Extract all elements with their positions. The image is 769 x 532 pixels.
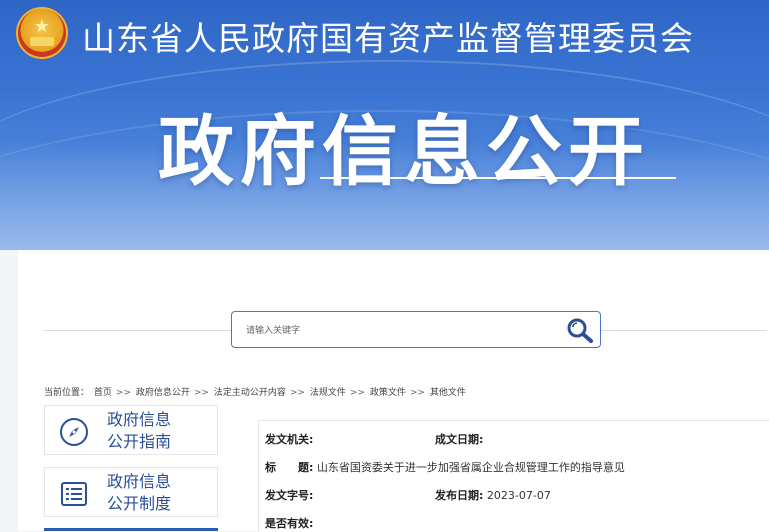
meta-validity: 是否有效:	[265, 515, 313, 531]
meta-published-label: 发布日期:	[435, 489, 484, 502]
sidebar-item-label-line1: 政府信息	[107, 472, 172, 491]
org-name[interactable]: 山东省人民政府国有资产监督管理委员会	[82, 12, 694, 60]
meta-created-label: 成文日期:	[435, 433, 484, 446]
sidebar-item-label: 政府信息 公开指南	[107, 409, 207, 453]
meta-doc-number: 发文字号:	[265, 487, 313, 503]
breadcrumb-separator: >>	[193, 388, 209, 398]
title-underline	[320, 177, 676, 179]
star-icon: ★	[33, 16, 51, 37]
meta-issuer: 发文机关:	[265, 431, 313, 447]
section-title: 政府信息公开	[158, 107, 650, 196]
header-banner: ★ 山东省人民政府国有资产监督管理委员会 政府信息公开	[0, 0, 769, 250]
meta-title: 标 题: 山东省国资委关于进一步加强省属企业合规管理工作的指导意见	[265, 459, 625, 475]
national-emblem-icon[interactable]: ★	[16, 7, 68, 59]
breadcrumb-item-info-disclosure[interactable]: 政府信息公开	[136, 388, 190, 398]
breadcrumb-separator: >>	[409, 388, 425, 398]
breadcrumb: 当前位置： 首页 >> 政府信息公开 >> 法定主动公开内容 >> 法规文件 >> 政策…	[44, 385, 468, 398]
sidebar-item-label-line2: 公开指南	[107, 432, 172, 451]
meta-issuer-label: 发文机关:	[265, 433, 314, 446]
meta-docno-label: 发文字号:	[265, 489, 314, 502]
breadcrumb-separator: >>	[349, 388, 365, 398]
meta-valid-label: 是否有效:	[265, 517, 314, 530]
breadcrumb-label: 当前位置：	[44, 388, 90, 398]
sidebar-item-disclosure-system[interactable]: 政府信息 公开制度	[44, 467, 218, 517]
breadcrumb-separator: >>	[289, 388, 305, 398]
document-metadata: 发文机关: 成文日期: 标 题: 山东省国资委关于进一步加强省属企业合规管理工作…	[258, 420, 769, 532]
meta-title-value: 山东省国资委关于进一步加强省属企业合规管理工作的指导意见	[316, 461, 625, 474]
search-icon	[567, 318, 593, 343]
meta-created-date: 成文日期:	[435, 431, 483, 447]
breadcrumb-item-mandatory-content[interactable]: 法定主动公开内容	[214, 388, 286, 398]
sidebar-item-label-line1: 政府信息	[107, 410, 172, 429]
search-input[interactable]	[244, 321, 548, 341]
breadcrumb-separator: >>	[115, 388, 131, 398]
meta-published-value: 2023-07-07	[486, 489, 551, 502]
search-button[interactable]	[566, 317, 594, 345]
compass-icon	[59, 417, 89, 447]
search-box	[231, 311, 601, 348]
sidebar-item-disclosure-guide[interactable]: 政府信息 公开指南	[44, 405, 218, 455]
gate-icon	[30, 37, 54, 46]
breadcrumb-item-other-docs[interactable]: 其他文件	[430, 388, 466, 398]
breadcrumb-item-home[interactable]: 首页	[94, 388, 112, 398]
list-document-icon	[59, 479, 89, 509]
meta-title-label: 标 题:	[265, 461, 314, 474]
breadcrumb-item-regulations[interactable]: 法规文件	[310, 388, 346, 398]
breadcrumb-item-policy-docs[interactable]: 政策文件	[370, 388, 406, 398]
meta-published-date: 发布日期: 2023-07-07	[435, 487, 551, 503]
sidebar-item-label: 政府信息 公开制度	[107, 471, 207, 515]
sidebar-item-label-line2: 公开制度	[107, 494, 172, 513]
